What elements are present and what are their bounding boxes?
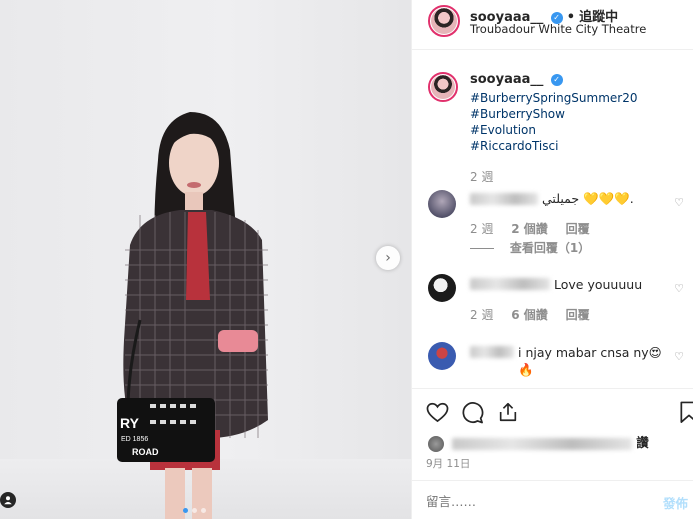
post-header: sooyaaa__ ✓ • 追蹤中 Troubadour White City …: [412, 0, 693, 50]
replies-line: [470, 248, 494, 249]
comment-input[interactable]: [426, 491, 646, 511]
caption-username[interactable]: sooyaaa__: [470, 72, 543, 87]
share-icon: [499, 402, 517, 422]
comment-time: 2 週: [470, 222, 494, 236]
comment-likes[interactable]: 6 個讚: [511, 308, 548, 322]
reply-button[interactable]: 回覆: [566, 222, 590, 236]
hashtag[interactable]: #Evolution: [470, 122, 536, 138]
share-button[interactable]: [495, 399, 521, 425]
heart-icon: [426, 402, 448, 422]
liked-by-blurred[interactable]: [452, 437, 633, 450]
carousel-dot: [192, 508, 197, 513]
post-panel: sooyaaa__ ✓ • 追蹤中 Troubadour White City …: [411, 0, 693, 519]
likes-suffix[interactable]: 讚: [636, 435, 649, 450]
user-tag-icon[interactable]: [0, 492, 16, 508]
comment-text: جميلتي 💛💛💛.: [542, 191, 634, 206]
bag-text-3: ROAD: [132, 447, 159, 457]
post-date: 9月 11日: [426, 458, 471, 470]
comment-like-heart-icon[interactable]: ♡: [674, 196, 684, 209]
carousel-dots: [183, 508, 206, 513]
location-link[interactable]: Troubadour White City Theatre: [470, 22, 646, 36]
commenter-username-blurred[interactable]: [470, 278, 550, 290]
commenter-avatar[interactable]: [428, 274, 456, 302]
action-bar: [412, 388, 693, 432]
post-photo[interactable]: RY ED 1856 ROAD ›: [0, 0, 411, 519]
hashtag[interactable]: #BurberryShow: [470, 106, 565, 122]
comment-text: Love youuuuu: [554, 277, 643, 292]
caption-time: 2 週: [470, 170, 494, 184]
caption-avatar[interactable]: [431, 75, 455, 99]
post-comment-button[interactable]: 發佈: [663, 493, 688, 512]
comment-icon: [462, 401, 483, 423]
bag-text-2: ED 1856: [121, 436, 149, 443]
chevron-right-icon: ›: [385, 250, 391, 266]
photo-figure: [117, 112, 268, 519]
liker-avatar[interactable]: [428, 435, 444, 452]
comment-likes[interactable]: 2 個讚: [511, 222, 548, 236]
carousel-dot: [201, 508, 206, 513]
like-button[interactable]: [424, 399, 450, 425]
view-replies-button[interactable]: 查看回覆（1）: [510, 241, 590, 255]
save-button[interactable]: [676, 399, 693, 425]
avatar[interactable]: [431, 8, 457, 34]
next-photo-button[interactable]: ›: [376, 246, 400, 270]
carousel-dot-active: [183, 508, 188, 513]
comment-like-heart-icon[interactable]: ♡: [674, 282, 684, 295]
bag-text-1: RY: [120, 415, 139, 431]
hashtag[interactable]: #RiccardoTisci: [470, 138, 558, 154]
add-comment-bar: 發佈: [412, 480, 693, 519]
bookmark-icon: [680, 401, 693, 423]
comment-time: 2 週: [470, 308, 494, 322]
comment-text: i njay mabar cnsa ny😍🔥: [518, 345, 662, 377]
hashtag[interactable]: #BurberrySpringSummer20: [470, 90, 638, 106]
commenter-avatar[interactable]: [428, 342, 456, 370]
comment-button[interactable]: [459, 399, 485, 425]
commenter-username-blurred[interactable]: [470, 193, 538, 205]
verified-icon: ✓: [550, 73, 563, 86]
commenter-avatar[interactable]: [428, 190, 456, 218]
liked-by: 讚: [428, 432, 649, 452]
reply-button[interactable]: 回覆: [566, 308, 590, 322]
comment-like-heart-icon[interactable]: ♡: [674, 350, 684, 363]
